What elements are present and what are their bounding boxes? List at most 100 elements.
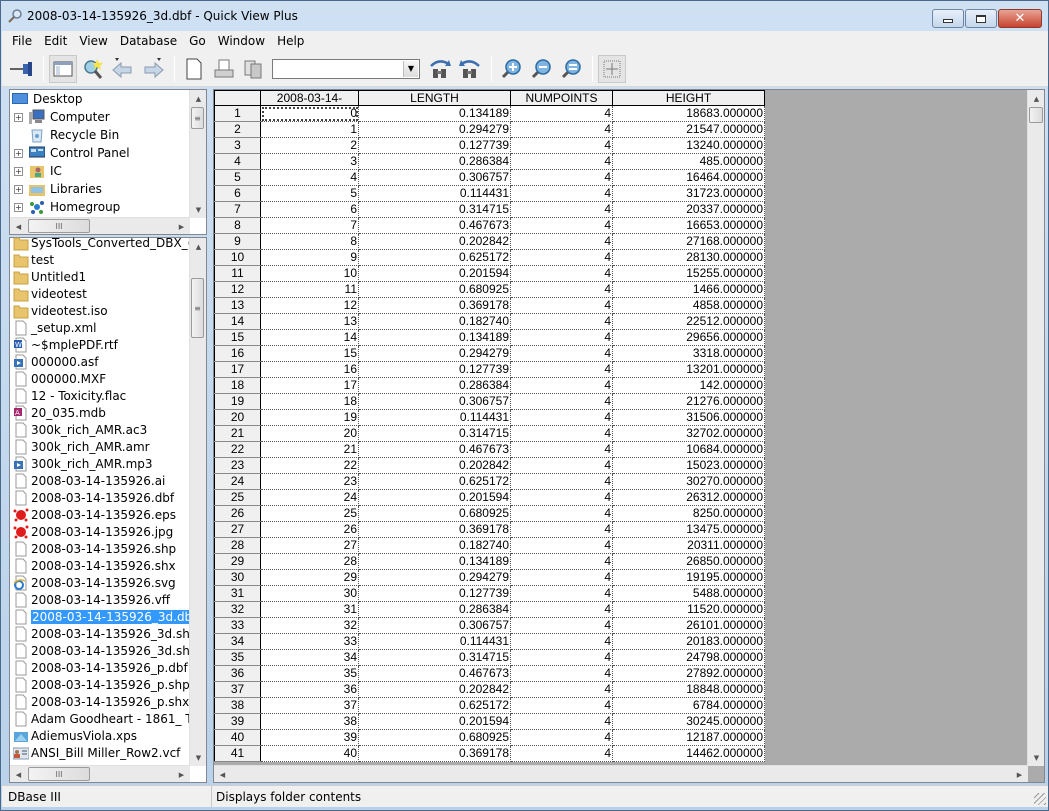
scroll-left-icon[interactable]: ◀ xyxy=(10,218,27,235)
numpoints-cell[interactable]: 4 xyxy=(510,249,613,266)
tree-vertical-scrollbar[interactable]: ▲ ≡ ▼ xyxy=(189,90,206,218)
menu-view[interactable]: View xyxy=(73,34,113,48)
length-cell[interactable]: 0.369178 xyxy=(358,521,511,538)
print-button[interactable] xyxy=(210,55,238,83)
row-number[interactable]: 38 xyxy=(214,697,261,714)
length-cell[interactable]: 0.625172 xyxy=(358,249,511,266)
length-cell[interactable]: 0.134189 xyxy=(358,553,511,570)
expand-icon[interactable]: + xyxy=(14,148,23,158)
row-number[interactable]: 8 xyxy=(214,217,261,234)
file-list-item[interactable]: 2008-03-14-135926_p.dbf xyxy=(10,659,189,676)
menu-help[interactable]: Help xyxy=(271,34,310,48)
scroll-up-icon[interactable]: ▲ xyxy=(190,238,207,255)
id-cell[interactable]: 15 xyxy=(260,345,359,362)
dropdown-arrow-icon[interactable]: ▼ xyxy=(403,60,418,77)
numpoints-cell[interactable]: 4 xyxy=(510,393,613,410)
row-number[interactable]: 26 xyxy=(214,505,261,522)
row-number[interactable]: 27 xyxy=(214,521,261,538)
id-cell[interactable]: 25 xyxy=(260,505,359,522)
height-cell[interactable]: 26101.000000 xyxy=(612,617,765,634)
height-cell[interactable]: 15255.000000 xyxy=(612,265,765,282)
id-cell[interactable]: 13 xyxy=(260,313,359,330)
file-list-item[interactable]: Untitled1 xyxy=(10,268,189,285)
id-cell[interactable]: 7 xyxy=(260,217,359,234)
row-number[interactable]: 1 xyxy=(214,105,261,122)
length-cell[interactable]: 0.286384 xyxy=(358,153,511,170)
height-cell[interactable]: 24798.000000 xyxy=(612,649,765,666)
row-number[interactable]: 16 xyxy=(214,345,261,362)
file-list-item[interactable]: 2008-03-14-135926.svg xyxy=(10,574,189,591)
numpoints-cell[interactable]: 4 xyxy=(510,697,613,714)
scroll-down-icon[interactable]: ▼ xyxy=(190,749,207,766)
numpoints-cell[interactable]: 4 xyxy=(510,345,613,362)
menu-file[interactable]: File xyxy=(6,34,38,48)
numpoints-cell[interactable]: 4 xyxy=(510,537,613,554)
file-list-item[interactable]: ANSI_Bill Miller_Row2.vcf xyxy=(10,744,189,761)
numpoints-cell[interactable]: 4 xyxy=(510,377,613,394)
search-button[interactable] xyxy=(79,55,107,83)
id-cell[interactable]: 9 xyxy=(260,249,359,266)
numpoints-cell[interactable]: 4 xyxy=(510,265,613,282)
height-cell[interactable]: 485.000000 xyxy=(612,153,765,170)
numpoints-cell[interactable]: 4 xyxy=(510,329,613,346)
id-cell[interactable]: 2 xyxy=(260,137,359,154)
id-cell[interactable]: 33 xyxy=(260,633,359,650)
height-cell[interactable]: 27168.000000 xyxy=(612,233,765,250)
height-cell[interactable]: 21276.000000 xyxy=(612,393,765,410)
column-header-height[interactable]: HEIGHT xyxy=(612,90,765,106)
numpoints-cell[interactable]: 4 xyxy=(510,441,613,458)
numpoints-cell[interactable]: 4 xyxy=(510,137,613,154)
row-number[interactable]: 23 xyxy=(214,457,261,474)
length-cell[interactable]: 0.201594 xyxy=(358,713,511,730)
row-number[interactable]: 14 xyxy=(214,313,261,330)
length-cell[interactable]: 0.134189 xyxy=(358,329,511,346)
height-cell[interactable]: 142.000000 xyxy=(612,377,765,394)
row-number[interactable]: 34 xyxy=(214,633,261,650)
id-cell[interactable]: 29 xyxy=(260,569,359,586)
numpoints-cell[interactable]: 4 xyxy=(510,505,613,522)
id-cell[interactable]: 11 xyxy=(260,281,359,298)
numpoints-cell[interactable]: 4 xyxy=(510,649,613,666)
new-document-button[interactable] xyxy=(180,55,208,83)
length-cell[interactable]: 0.202842 xyxy=(358,457,511,474)
id-cell[interactable]: 0 xyxy=(260,105,359,122)
numpoints-cell[interactable]: 4 xyxy=(510,681,613,698)
folder-tree[interactable]: Desktop + Computer Recycle Bin + Control Pane… xyxy=(9,89,207,235)
height-cell[interactable]: 3318.000000 xyxy=(612,345,765,362)
length-cell[interactable]: 0.314715 xyxy=(358,649,511,666)
height-cell[interactable]: 31723.000000 xyxy=(612,185,765,202)
tree-item-libraries[interactable]: + Libraries xyxy=(10,180,189,198)
height-cell[interactable]: 30245.000000 xyxy=(612,713,765,730)
file-list-item[interactable]: 300k_rich_AMR.amr xyxy=(10,438,189,455)
file-list-item-selected[interactable]: 2008-03-14-135926_3d.dbf xyxy=(10,608,189,625)
height-cell[interactable]: 26312.000000 xyxy=(612,489,765,506)
height-cell[interactable]: 21547.000000 xyxy=(612,121,765,138)
row-number[interactable]: 21 xyxy=(214,425,261,442)
tree-item-recycle-bin[interactable]: Recycle Bin xyxy=(10,126,189,144)
height-cell[interactable]: 20311.000000 xyxy=(612,537,765,554)
id-cell[interactable]: 31 xyxy=(260,601,359,618)
row-number[interactable]: 36 xyxy=(214,665,261,682)
length-cell[interactable]: 0.201594 xyxy=(358,265,511,282)
scroll-thumb[interactable] xyxy=(1029,107,1043,123)
id-cell[interactable]: 26 xyxy=(260,521,359,538)
id-cell[interactable]: 21 xyxy=(260,441,359,458)
file-list-item[interactable]: 2008-03-14-135926.vff xyxy=(10,591,189,608)
height-cell[interactable]: 16464.000000 xyxy=(612,169,765,186)
length-cell[interactable]: 0.202842 xyxy=(358,681,511,698)
length-cell[interactable]: 0.680925 xyxy=(358,729,511,746)
id-cell[interactable]: 28 xyxy=(260,553,359,570)
file-list-item[interactable]: 2008-03-14-135926_p.shp xyxy=(10,676,189,693)
length-cell[interactable]: 0.201594 xyxy=(358,489,511,506)
row-number[interactable]: 33 xyxy=(214,617,261,634)
id-cell[interactable]: 27 xyxy=(260,537,359,554)
length-cell[interactable]: 0.114431 xyxy=(358,185,511,202)
length-cell[interactable]: 0.467673 xyxy=(358,217,511,234)
length-cell[interactable]: 0.625172 xyxy=(358,473,511,490)
scroll-left-icon[interactable]: ◀ xyxy=(214,766,231,782)
scroll-thumb[interactable]: III xyxy=(28,767,90,781)
find-previous-button[interactable] xyxy=(456,55,484,83)
file-list-item[interactable]: test xyxy=(10,251,189,268)
file-list-horizontal-scrollbar[interactable]: ◀ III ▶ xyxy=(10,765,190,782)
row-number[interactable]: 41 xyxy=(214,745,261,762)
